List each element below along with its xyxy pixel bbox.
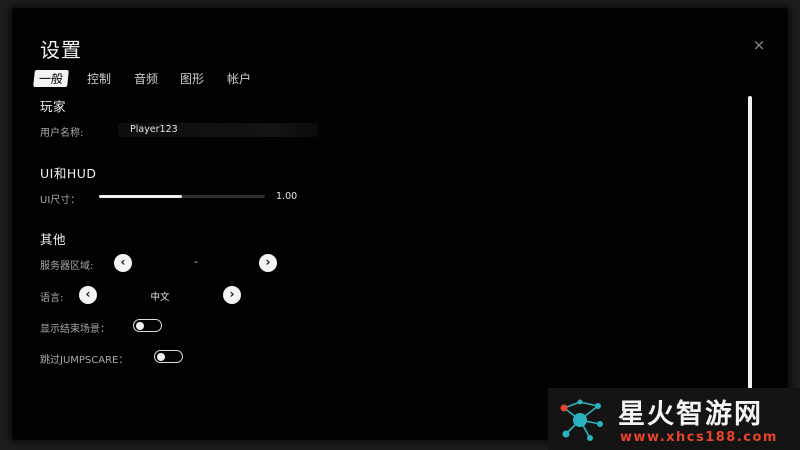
server-region-value: -	[194, 257, 198, 268]
page-title: 设置	[40, 38, 82, 62]
watermark-title: 星火智游网	[618, 399, 763, 430]
settings-panel: 设置 × 一般 控制 音频 图形 帐户 玩家 用户名称: Player123 U…	[12, 8, 788, 440]
toggle-knob	[157, 352, 165, 361]
show-end-scene-label: 显示结束场景：	[40, 324, 110, 335]
server-region-next-button[interactable]: ›	[259, 254, 277, 272]
tab-audio[interactable]: 音频	[134, 70, 158, 87]
tab-graphics[interactable]: 图形	[180, 70, 204, 87]
skip-jumpscare-toggle[interactable]	[154, 350, 183, 363]
language-value: 中文	[150, 292, 170, 303]
chevron-left-icon: ‹	[120, 255, 126, 269]
section-other-title: 其他	[40, 232, 67, 247]
scrollbar[interactable]	[748, 96, 752, 394]
tab-general[interactable]: 一般	[33, 70, 69, 87]
show-end-scene-toggle[interactable]	[133, 319, 162, 332]
language-next-button[interactable]: ›	[223, 286, 241, 304]
server-region-label: 服务器区域:	[40, 261, 94, 272]
ui-size-value: 1.00	[276, 191, 298, 202]
skip-jumpscare-label: 跳过JUMPSCARE：	[40, 355, 129, 366]
chevron-right-icon: ›	[265, 255, 271, 269]
watermark: 星火智游网 www.xhcs188.com	[548, 388, 800, 450]
network-logo-icon	[560, 399, 603, 441]
watermark-url: www.xhcs188.com	[620, 430, 778, 445]
close-icon[interactable]: ×	[752, 38, 766, 53]
ui-size-label: UI尺寸：	[40, 195, 81, 206]
tab-controls[interactable]: 控制	[87, 70, 111, 87]
tab-account[interactable]: 帐户	[227, 70, 251, 87]
section-player-title: 玩家	[40, 99, 67, 114]
username-input[interactable]: Player123	[118, 123, 318, 137]
language-label: 语言:	[40, 293, 64, 304]
username-label: 用户名称:	[40, 128, 84, 139]
chevron-left-icon: ‹	[85, 287, 91, 301]
username-value: Player123	[130, 124, 178, 135]
section-ui-hud-title: UI和HUD	[40, 166, 97, 181]
server-region-prev-button[interactable]: ‹	[114, 254, 132, 272]
toggle-knob	[136, 321, 144, 330]
chevron-right-icon: ›	[229, 287, 235, 301]
ui-size-slider[interactable]	[99, 195, 265, 198]
ui-size-slider-fill	[99, 195, 182, 198]
language-prev-button[interactable]: ‹	[79, 286, 97, 304]
